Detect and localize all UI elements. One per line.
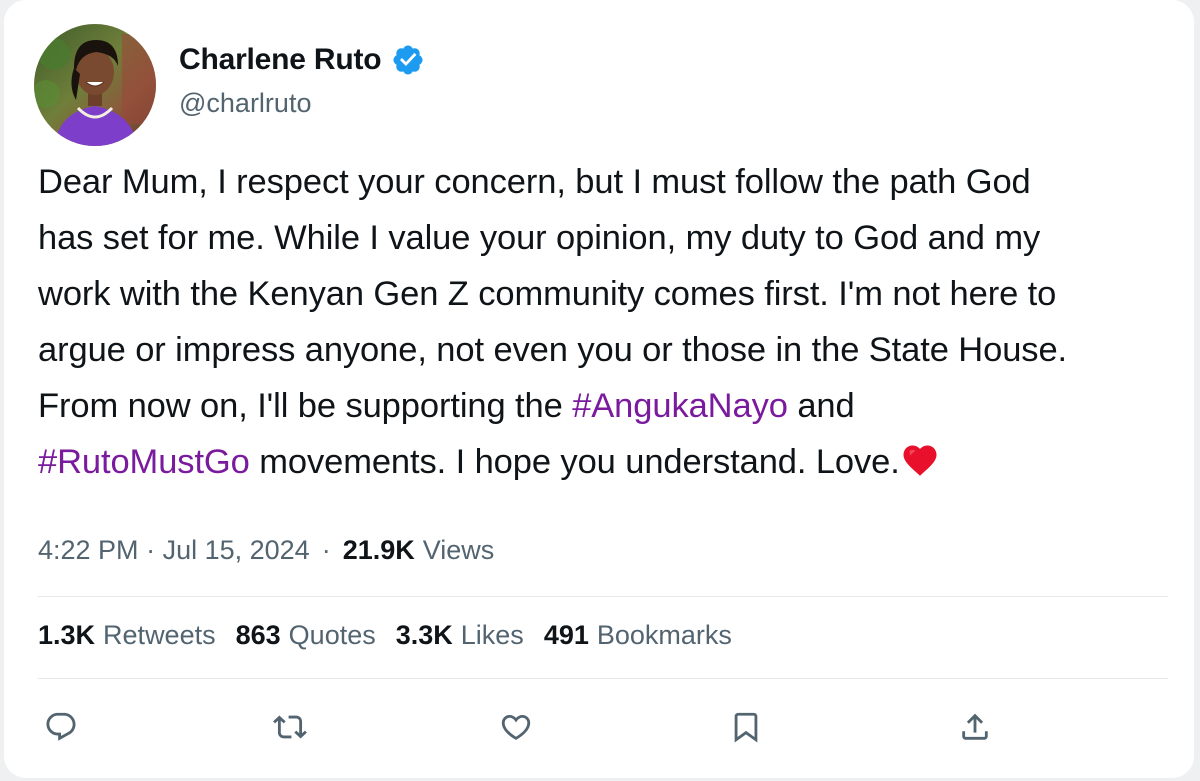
bookmarks-stat[interactable]: 491 Bookmarks bbox=[544, 620, 732, 651]
action-bar bbox=[4, 705, 1194, 749]
verified-badge-icon[interactable] bbox=[391, 43, 425, 77]
likes-count: 3.3K bbox=[395, 619, 453, 650]
reply-icon bbox=[46, 712, 76, 741]
views-count: 21.9K bbox=[342, 534, 415, 565]
likes-label: Likes bbox=[460, 619, 524, 650]
tweet-text-segment: and bbox=[787, 387, 855, 425]
divider bbox=[38, 678, 1168, 679]
likes-stat[interactable]: 3.3K Likes bbox=[396, 620, 524, 651]
tweet-time[interactable]: 4:22 PM bbox=[38, 535, 139, 566]
bookmark-icon bbox=[734, 712, 758, 743]
tweet-meta: 4:22 PM · Jul 15, 2024 · 21.9K Views bbox=[38, 530, 494, 570]
display-name[interactable]: Charlene Ruto bbox=[179, 43, 382, 77]
quotes-stat[interactable]: 863 Quotes bbox=[236, 620, 376, 651]
share-icon bbox=[962, 713, 988, 740]
tweet-text: Dear Mum, I respect your concern, but I … bbox=[38, 154, 1188, 490]
date-separator: · bbox=[138, 534, 163, 565]
handle[interactable]: @charlruto bbox=[179, 88, 311, 119]
bookmark-button[interactable] bbox=[724, 705, 768, 749]
retweets-stat[interactable]: 1.3K Retweets bbox=[38, 620, 216, 651]
meta-separator: · bbox=[321, 534, 331, 565]
avatar-photo bbox=[34, 24, 156, 146]
tweet-line: From now on, I'll be supporting the #Ang… bbox=[38, 378, 1188, 434]
bookmarks-count: 491 bbox=[543, 619, 589, 650]
tweet-line: Dear Mum, I respect your concern, but I … bbox=[38, 163, 1031, 201]
retweets-count: 1.3K bbox=[38, 619, 96, 650]
views-label: Views bbox=[422, 534, 495, 565]
hashtag-link[interactable]: #RutoMustGo bbox=[38, 443, 250, 481]
tweet-date[interactable]: Jul 15, 2024 bbox=[163, 535, 310, 566]
retweets-label: Retweets bbox=[103, 619, 216, 650]
reply-button[interactable] bbox=[39, 705, 83, 749]
retweet-icon bbox=[273, 715, 307, 739]
share-button[interactable] bbox=[953, 705, 997, 749]
hashtag-link[interactable]: #AngukaNayo bbox=[572, 387, 788, 425]
quotes-label: Quotes bbox=[288, 619, 376, 650]
bookmarks-label: Bookmarks bbox=[596, 619, 732, 650]
retweet-button[interactable] bbox=[268, 705, 312, 749]
red-heart-icon bbox=[903, 445, 937, 476]
tweet-text-segment: movements. I hope you understand. Love. bbox=[249, 443, 900, 481]
tweet-text-segment: From now on, I'll be supporting the bbox=[38, 387, 573, 425]
like-icon bbox=[501, 714, 531, 740]
quotes-count: 863 bbox=[235, 619, 281, 650]
tweet-line: #RutoMustGo movements. I hope you unders… bbox=[38, 434, 1188, 490]
engagement-stats: 1.3K Retweets 863 Quotes 3.3K Likes 491 … bbox=[38, 615, 752, 655]
tweet-line: work with the Kenyan Gen Z community com… bbox=[38, 275, 1057, 313]
avatar[interactable] bbox=[34, 24, 156, 146]
divider bbox=[38, 596, 1168, 597]
tweet-line: argue or impress anyone, not even you or… bbox=[38, 331, 1068, 369]
tweet-card: Charlene Ruto @charlruto Dear Mum, I res… bbox=[4, 0, 1194, 778]
like-button[interactable] bbox=[494, 705, 538, 749]
tweet-line: has set for me. While I value your opini… bbox=[38, 219, 1041, 257]
